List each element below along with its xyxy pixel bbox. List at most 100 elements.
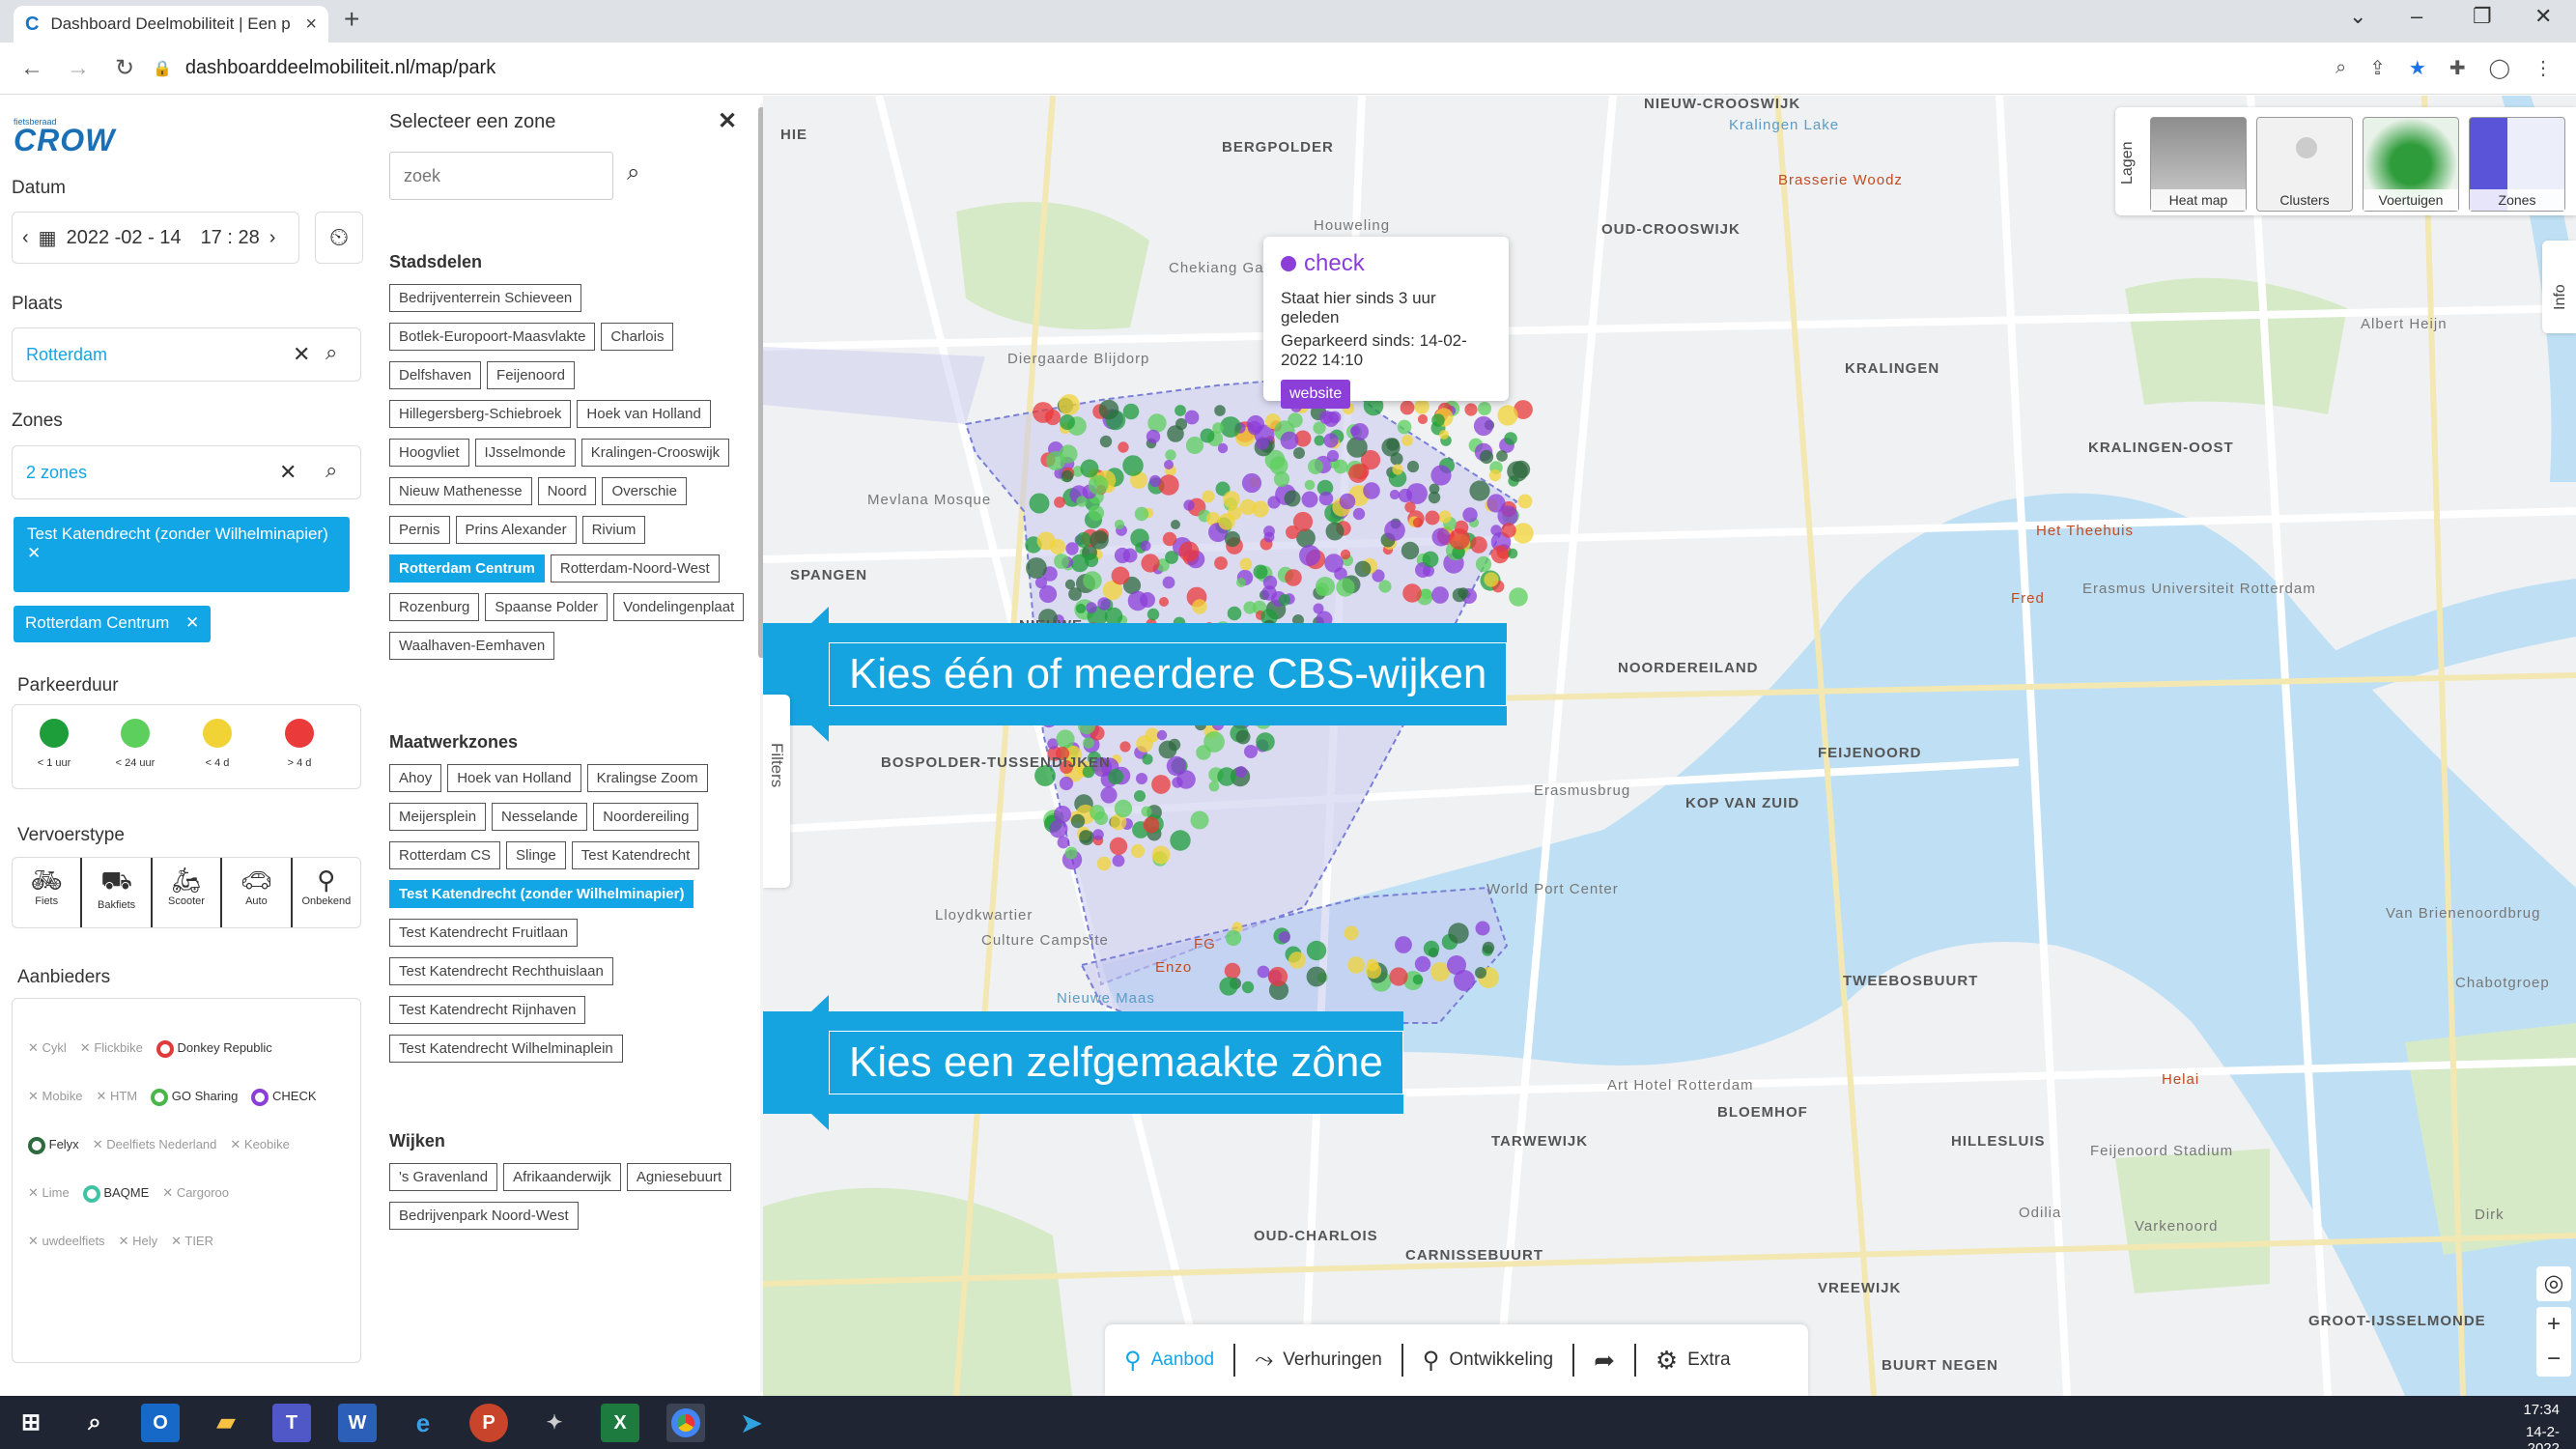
vehicle-marker[interactable] <box>1401 541 1420 560</box>
aanbieder-toggle[interactable]: ✕ uwdeelfiets <box>28 1217 105 1265</box>
vehicle-marker[interactable] <box>1422 551 1439 568</box>
vehicle-marker[interactable] <box>1029 493 1050 514</box>
zone-option[interactable]: Kralingen-Crooswijk <box>580 439 730 467</box>
vehicle-marker[interactable] <box>1026 557 1047 579</box>
close-zone-panel-icon[interactable]: ✕ <box>718 107 737 135</box>
zone-option[interactable]: Meijersplein <box>389 803 487 831</box>
vehicle-marker[interactable] <box>1336 578 1355 597</box>
vehicle-marker[interactable] <box>1084 553 1099 568</box>
date-picker[interactable]: ‹ ▦ 2022 -02 - 14 17 : 28 › <box>12 212 299 264</box>
vehicle-marker[interactable] <box>1507 461 1528 482</box>
vehicle-marker[interactable] <box>1490 525 1502 536</box>
vehicle-marker[interactable] <box>1513 523 1534 544</box>
reload-icon[interactable]: ↻ <box>110 54 139 82</box>
aanbieder-toggle[interactable]: ✕ Deelfiets Nederland <box>93 1121 217 1169</box>
vehicle-marker[interactable] <box>1252 500 1269 518</box>
vehicle-marker[interactable] <box>1301 491 1318 508</box>
vehicle-marker[interactable] <box>1061 469 1074 483</box>
aanbieder-toggle[interactable]: ✕ TIER <box>171 1217 213 1265</box>
website-button[interactable]: website <box>1281 380 1351 409</box>
vehicle-marker[interactable] <box>1080 459 1099 478</box>
aanbieder-toggle[interactable]: GO Sharing <box>151 1072 238 1121</box>
aanbieder-toggle[interactable]: ✕ Cargoroo <box>162 1169 229 1217</box>
zone-option[interactable]: Botlek-Europoort-Maasvlakte <box>389 323 596 351</box>
vehicle-marker[interactable] <box>1296 528 1316 548</box>
vehicle-marker[interactable] <box>1093 810 1109 826</box>
vehicle-marker[interactable] <box>1060 414 1075 430</box>
vehicle-marker[interactable] <box>1402 583 1422 603</box>
vehicle-marker[interactable] <box>1412 974 1424 985</box>
zone-option[interactable]: Hoogvliet <box>389 439 469 467</box>
vehicle-marker[interactable] <box>1425 510 1440 526</box>
vehicle-marker[interactable] <box>1348 464 1368 483</box>
vehicle-marker[interactable] <box>1168 738 1181 752</box>
word-icon[interactable]: W <box>338 1404 377 1442</box>
vehicle-marker[interactable] <box>1162 576 1175 589</box>
vehicle-marker[interactable] <box>1365 962 1382 980</box>
vehicle-marker[interactable] <box>1479 449 1494 465</box>
vehicle-marker[interactable] <box>1156 729 1168 741</box>
vehicle-marker[interactable] <box>1172 777 1183 788</box>
vehicle-marker[interactable] <box>1288 952 1306 969</box>
vehicle-marker[interactable] <box>1323 433 1339 448</box>
vehicle-marker[interactable] <box>1339 493 1356 510</box>
minimize-icon[interactable]: – <box>2411 4 2422 29</box>
vehicle-marker[interactable] <box>1235 766 1247 778</box>
vehicle-marker[interactable] <box>1090 530 1109 550</box>
vehicle-marker[interactable] <box>1286 526 1299 539</box>
vehicle-marker[interactable] <box>1484 572 1499 587</box>
vehicle-marker[interactable] <box>1083 571 1102 590</box>
zone-option[interactable]: Noord <box>537 477 597 505</box>
vehicle-marker[interactable] <box>1212 422 1224 434</box>
vehicle-marker[interactable] <box>1458 587 1469 599</box>
vehicle-marker[interactable] <box>1501 523 1516 538</box>
vehicle-marker[interactable] <box>1184 410 1200 425</box>
vehicle-marker[interactable] <box>1088 504 1105 522</box>
vehicle-marker[interactable] <box>1406 483 1428 504</box>
vehicle-marker[interactable] <box>1404 501 1416 513</box>
vehicle-marker[interactable] <box>1059 394 1080 415</box>
vehicle-marker[interactable] <box>1392 464 1403 475</box>
info-toggle[interactable]: Info <box>2542 241 2576 333</box>
vehicle-marker[interactable] <box>1325 522 1345 541</box>
aanbieder-toggle[interactable]: Felyx <box>28 1121 79 1169</box>
vehicle-marker[interactable] <box>1486 494 1506 513</box>
vehicle-marker[interactable] <box>1054 554 1069 569</box>
vehicle-marker[interactable] <box>1469 480 1490 501</box>
vehicle-marker[interactable] <box>1509 587 1528 607</box>
next-date-icon[interactable]: › <box>269 227 276 249</box>
vehicle-marker[interactable] <box>1351 423 1369 440</box>
vehicle-marker[interactable] <box>1151 845 1171 865</box>
layer-heatmap[interactable]: Heat map <box>2150 117 2247 212</box>
vehicle-marker[interactable] <box>1333 459 1348 474</box>
vehicle-marker[interactable] <box>1227 606 1242 621</box>
vehicle-marker[interactable] <box>1134 790 1146 802</box>
vehicle-marker[interactable] <box>1164 460 1174 469</box>
zoom-in-icon[interactable]: + <box>2536 1307 2571 1342</box>
remove-zone-icon[interactable]: ✕ <box>185 613 199 632</box>
taskbar-clock[interactable]: 17:34 14-2-2022 <box>2502 1402 2560 1449</box>
vehicle-marker[interactable] <box>1423 940 1440 957</box>
aanbieder-toggle[interactable]: ✕ Hely <box>119 1217 158 1265</box>
windows-start-icon[interactable]: ⊞ <box>12 1404 50 1442</box>
vehicle-marker[interactable] <box>1344 925 1359 941</box>
vehicle-type-auto[interactable]: 🚗︎ Auto <box>222 858 293 927</box>
file-explorer-icon[interactable]: ▰ <box>207 1404 245 1442</box>
vehicle-marker[interactable] <box>1064 846 1078 860</box>
vehicle-marker[interactable] <box>1324 554 1344 573</box>
vehicle-marker[interactable] <box>1431 527 1451 547</box>
search-plaats-icon[interactable]: ⌕ <box>326 340 337 365</box>
vehicle-marker[interactable] <box>1239 557 1253 571</box>
vehicle-marker[interactable] <box>1447 955 1466 975</box>
vehicle-type-scooter[interactable]: 🛵︎ Scooter <box>153 858 223 927</box>
vehicle-type-bakfiets[interactable]: ⛟ Bakfiets <box>82 858 153 927</box>
zone-option[interactable]: Feijenoord <box>487 361 575 389</box>
vehicle-marker[interactable] <box>1412 517 1424 528</box>
chrome-icon[interactable] <box>666 1404 705 1442</box>
vehicle-marker[interactable] <box>1414 955 1431 973</box>
plaats-field[interactable]: Rotterdam ✕ ⌕ <box>12 327 361 382</box>
search-zones-icon[interactable]: ⌕ <box>326 458 337 483</box>
vehicle-type-fiets[interactable]: 🚲︎ Fiets <box>13 858 83 927</box>
nav-extra[interactable]: ⚙ Extra <box>1636 1346 1750 1376</box>
vehicle-marker[interactable] <box>1140 592 1155 608</box>
